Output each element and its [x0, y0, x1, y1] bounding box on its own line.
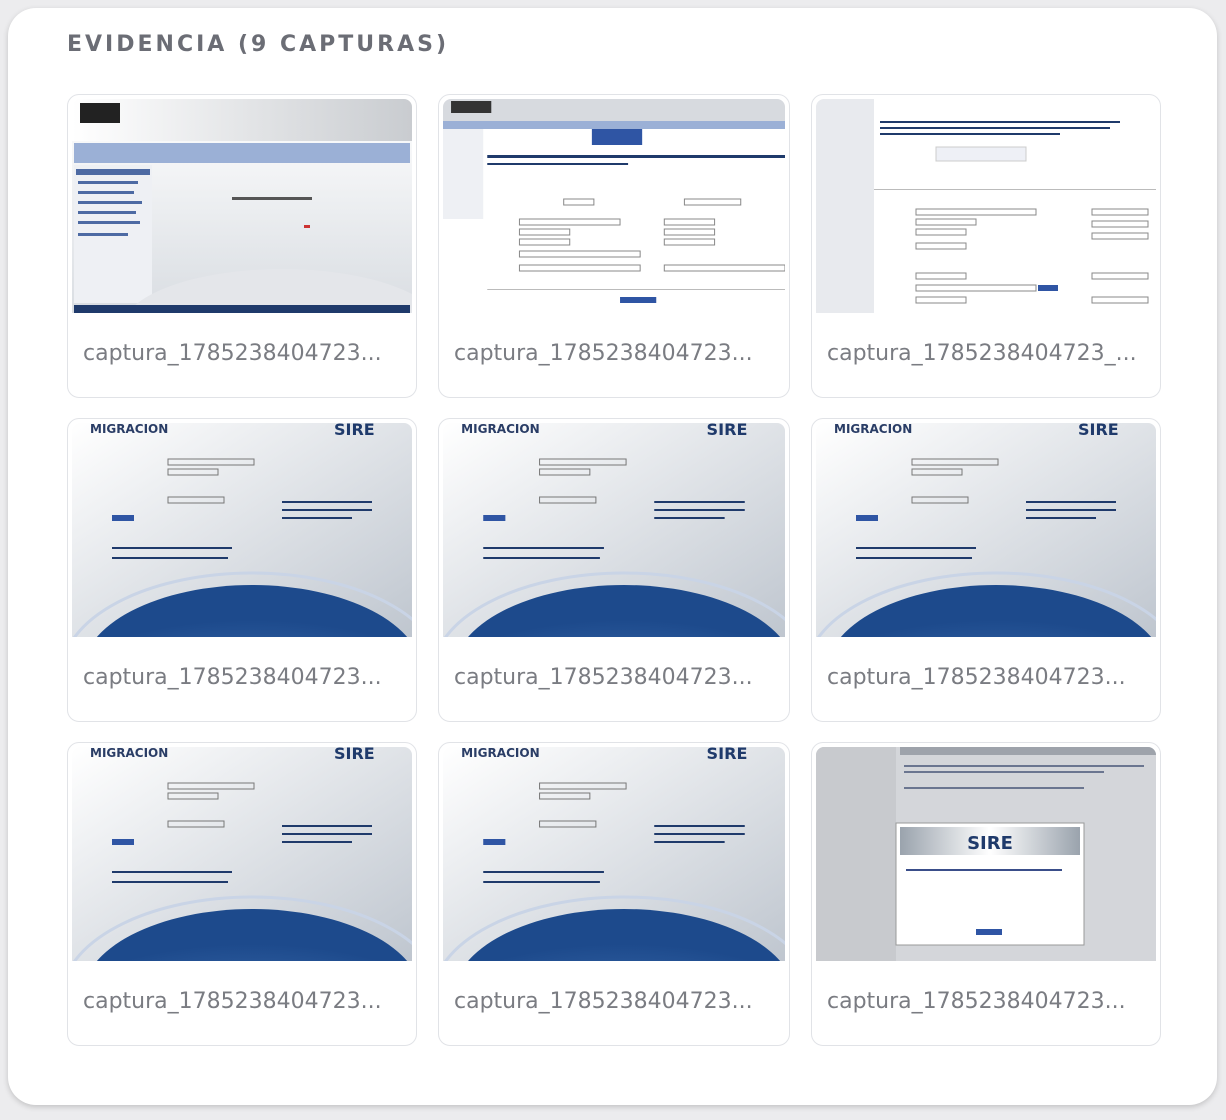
migracion-logo: MIGRACION	[90, 423, 168, 436]
migracion-logo: MIGRACION	[461, 747, 540, 760]
sire-logo: SIRE	[707, 423, 748, 439]
form-screenshot	[443, 99, 785, 313]
capture-caption: captura_1785238404723_...	[827, 341, 1137, 366]
capture-thumbnail[interactable]: MIGRACION SIRE	[72, 747, 412, 961]
capture-tile[interactable]: MIGRACION SIRE captura_1785238404723...	[438, 742, 790, 1046]
login-screenshot: MIGRACION SIRE	[816, 423, 1156, 637]
capture-tile[interactable]: SIRE captura_1785238404723...	[811, 742, 1161, 1046]
capture-thumbnail[interactable]	[72, 99, 412, 313]
login-screenshot: MIGRACION SIRE	[443, 423, 785, 637]
evidence-card: EVIDENCIA (9 CAPTURAS) captura_178523840…	[8, 8, 1217, 1105]
login-screenshot: MIGRACION SIRE	[72, 423, 412, 637]
capture-tile[interactable]: MIGRACION SIRE captura_1785238404723...	[67, 742, 417, 1046]
login-screenshot: MIGRACION SIRE	[72, 747, 412, 961]
capture-thumbnail[interactable]: SIRE	[816, 747, 1156, 961]
dialog-screenshot: SIRE	[816, 747, 1156, 961]
capture-thumbnail[interactable]	[816, 99, 1156, 313]
detail-screenshot	[816, 99, 1156, 313]
capture-tile[interactable]: MIGRACION SIRE captura_1785238404723...	[811, 418, 1161, 722]
capture-thumbnail[interactable]	[443, 99, 785, 313]
section-title: EVIDENCIA (9 CAPTURAS)	[67, 32, 450, 57]
sire-logo: SIRE	[334, 747, 375, 763]
capture-tile[interactable]: MIGRACION SIRE captura_1785238404723...	[67, 418, 417, 722]
sire-logo: SIRE	[334, 423, 375, 439]
sire-logo: SIRE	[707, 747, 748, 763]
migracion-logo: MIGRACION	[834, 423, 912, 436]
capture-caption: captura_1785238404723...	[827, 665, 1126, 690]
capture-caption: captura_1785238404723...	[454, 665, 753, 690]
capture-tile[interactable]: captura_1785238404723_...	[811, 94, 1161, 398]
capture-tile[interactable]: captura_1785238404723...	[438, 94, 790, 398]
migracion-logo: MIGRACION	[90, 747, 168, 760]
capture-caption: captura_1785238404723...	[83, 665, 382, 690]
capture-thumbnail[interactable]: MIGRACION SIRE	[816, 423, 1156, 637]
capture-thumbnail[interactable]: MIGRACION SIRE	[72, 423, 412, 637]
capture-caption: captura_1785238404723...	[83, 989, 382, 1014]
sire-logo: SIRE	[1078, 423, 1119, 439]
capture-tile[interactable]: captura_1785238404723...	[67, 94, 417, 398]
login-screenshot: MIGRACION SIRE	[443, 747, 785, 961]
capture-caption: captura_1785238404723...	[83, 341, 382, 366]
sire-dialog-logo: SIRE	[967, 833, 1013, 854]
capture-thumbnail[interactable]: MIGRACION SIRE	[443, 747, 785, 961]
capture-thumbnail[interactable]: MIGRACION SIRE	[443, 423, 785, 637]
capture-caption: captura_1785238404723...	[827, 989, 1126, 1014]
portal-screenshot	[72, 99, 412, 313]
capture-caption: captura_1785238404723...	[454, 989, 753, 1014]
capture-caption: captura_1785238404723...	[454, 341, 753, 366]
capture-tile[interactable]: MIGRACION SIRE captura_1785238404723...	[438, 418, 790, 722]
capture-grid: captura_1785238404723... captura_1785238…	[67, 94, 1161, 1046]
migracion-logo: MIGRACION	[461, 423, 540, 436]
